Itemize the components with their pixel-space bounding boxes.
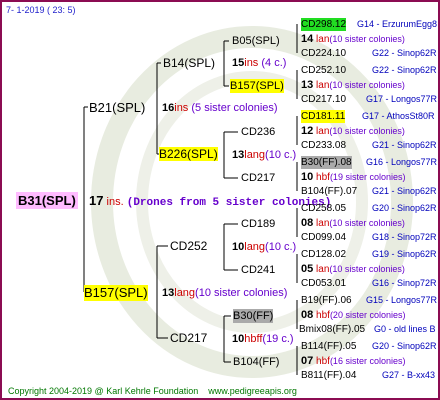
leaf-info: G15 - Longos77R <box>366 295 438 305</box>
lvl2-node: B14(SPL) <box>163 56 216 70</box>
leaf-queen: CD298.12 <box>301 18 347 31</box>
lvl3-node: B30(FF) <box>233 309 274 323</box>
lvl2-node: B226(SPL) <box>159 147 218 161</box>
leaf-queen: CD233.08 <box>301 140 347 151</box>
leaf-insemination: 08 hbf(20 sister colonies) <box>301 309 406 321</box>
lvl2-insemination: 15ins (4 c.) <box>232 57 287 69</box>
leaf-info: G17 - Longos77R <box>366 94 438 104</box>
lvl2-insemination: 10lang(10 c.) <box>232 241 297 253</box>
leaf-insemination: 08 lan(10 sister colonies) <box>301 217 405 229</box>
leaf-info: G18 - Sinop72R <box>372 232 437 242</box>
date-header: 7- 1-2019 ( 23: 5) <box>6 5 76 15</box>
lvl3-node: CD236 <box>241 126 276 138</box>
leaf-info: G17 - AthosSt80R <box>362 111 435 121</box>
copyright-text: Copyright 2004-2019 @ Karl Kehrle Founda… <box>8 386 199 396</box>
dam-node: B157(SPL) <box>84 285 148 301</box>
lvl3-node: B05(SPL) <box>232 35 280 47</box>
leaf-queen: CD224.10 <box>301 48 347 59</box>
leaf-queen: B104(FF).07 <box>301 186 358 197</box>
leaf-insemination: 13 lan(10 sister colonies) <box>301 79 405 91</box>
leaf-info: G21 - Sinop62R <box>372 186 437 196</box>
site-link[interactable]: www.pedigreeapis.org <box>208 386 297 396</box>
leaf-info: G27 - B-xx43 <box>382 370 436 380</box>
lvl2-insemination: 13lang(10 c.) <box>232 149 297 161</box>
lvl3-node: B157(SPL) <box>230 79 284 93</box>
leaf-info: G22 - Sinop62R <box>372 48 437 58</box>
leaf-info: G20 - Sinop62R <box>372 203 437 213</box>
leaf-info: G22 - Sinop62R <box>372 65 437 75</box>
leaf-queen: CD252.10 <box>301 65 347 76</box>
sire-insemination: 16ins (5 sister colonies) <box>162 102 278 114</box>
lvl3-node: B104(FF) <box>233 356 280 368</box>
leaf-insemination: 14 lan(10 sister colonies) <box>301 33 405 45</box>
lvl2-node: CD252 <box>170 239 208 253</box>
leaf-queen: B19(FF).06 <box>301 295 352 306</box>
footer: Copyright 2004-2019 @ Karl Kehrle Founda… <box>8 385 297 398</box>
pedigree-chart: 7- 1-2019 ( 23: 5) B31(SPL) 17 ins. (Dro… <box>0 0 440 400</box>
leaf-queen: CD099.04 <box>301 232 347 243</box>
leaf-queen: Bmix08(FF).05 <box>299 324 366 335</box>
sire-node: B21(SPL) <box>89 100 146 115</box>
leaf-queen: B811(FF).04 <box>301 370 357 381</box>
leaf-info: G14 - ErzurumEgg8 <box>357 19 438 29</box>
leaf-insemination: 05 lan(10 sister colonies) <box>301 263 405 275</box>
lvl3-node: CD189 <box>241 218 276 230</box>
leaf-info: G16 - Longos77R <box>366 157 438 167</box>
leaf-insemination: 10 hbf(19 sister colonies) <box>301 171 406 183</box>
leaf-insemination: 07 hbf(16 sister colonies) <box>301 355 406 367</box>
lvl2-node: CD217 <box>170 331 208 345</box>
leaf-queen: B30(FF).08 <box>301 156 352 169</box>
lvl3-node: CD217 <box>241 172 276 184</box>
leaf-info: G19 - Sinop62R <box>372 249 437 259</box>
leaf-queen: B114(FF).05 <box>301 341 357 352</box>
lvl2-insemination: 10hbff(19 c.) <box>232 333 294 345</box>
dam-insemination: 13lang(10 sister colonies) <box>162 287 288 299</box>
root-insemination: 17 ins. (Drones from 5 sister colonies) <box>89 193 332 209</box>
leaf-info: G16 - Sinop72R <box>372 278 437 288</box>
root-queen: B31(SPL) <box>16 192 78 209</box>
leaf-queen: CD128.02 <box>301 249 347 260</box>
leaf-queen: CD258.05 <box>301 203 347 214</box>
leaf-queen: CD053.01 <box>301 278 347 289</box>
leaf-insemination: 12 lan(10 sister colonies) <box>301 125 405 137</box>
lvl3-node: CD241 <box>241 264 276 276</box>
leaf-queen: CD217.10 <box>301 94 347 105</box>
leaf-info: G21 - Sinop62R <box>372 140 437 150</box>
leaf-queen: CD181.11 <box>301 110 346 123</box>
leaf-info: G0 - old lines B <box>374 324 436 334</box>
leaf-info: G20 - Sinop62R <box>372 341 437 351</box>
